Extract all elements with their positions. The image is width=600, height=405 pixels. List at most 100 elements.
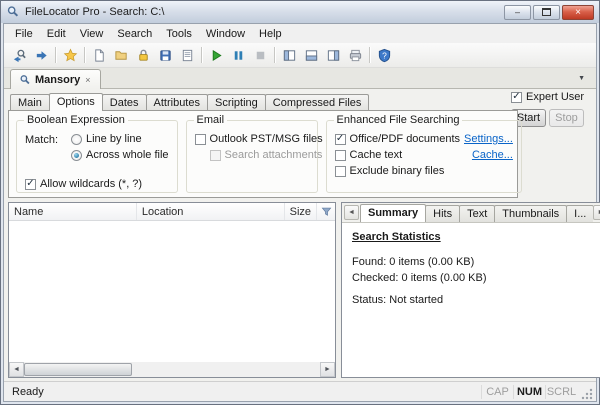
layout-left-button[interactable] [278,45,300,66]
scroll-left-icon[interactable]: ◄ [9,362,24,377]
tab-overflow-button[interactable]: ▼ [573,72,590,85]
tab-hits[interactable]: Hits [425,205,461,222]
app-icon [7,6,19,17]
results-list-header: Name Location Size [9,203,335,221]
search-document-tab[interactable]: Mansory × [10,69,101,89]
preview-pane: ◄ Summary Hits Text Thumbnails I... ► Se… [341,202,600,378]
group-title: Boolean Expression [24,114,128,126]
back-button[interactable] [8,45,30,66]
radio-label: Line by line [86,133,142,145]
open-button[interactable] [110,45,132,66]
save-button[interactable] [154,45,176,66]
search-tab-bar: Mansory × ▼ [4,68,596,89]
outlook-pst-msg-checkbox[interactable]: Outlook PST/MSG files [194,133,323,145]
tab-dates[interactable]: Dates [101,94,147,110]
new-document-button[interactable] [88,45,110,66]
tab-thumbnails[interactable]: Thumbnails [494,205,568,222]
results-list-body[interactable] [9,221,335,362]
checkbox-label: Expert User [526,91,585,103]
tab-summary[interactable]: Summary [360,204,427,222]
column-location[interactable]: Location [137,203,285,220]
toolbar-separator [201,47,202,63]
group-title: Email [193,114,228,126]
office-pdf-row: Office/PDF documents Settings... [334,133,513,145]
allow-wildcards-checkbox[interactable]: Allow wildcards (*, ?) [25,178,169,190]
radio-line-by-line[interactable]: Line by line [71,133,169,145]
radio-across-whole-file[interactable]: Across whole file [71,149,169,161]
settings-link[interactable]: Settings... [464,133,513,145]
checkbox-label: Exclude binary files [349,165,445,177]
results-area: Name Location Size ◄ ► ◄ Summary Hits Te… [8,202,600,378]
back-icon [13,49,26,62]
checkbox-label: Office/PDF documents [349,133,460,145]
pause-search-button[interactable] [227,45,249,66]
menu-tools[interactable]: Tools [159,26,199,42]
client-area: File Edit View Search Tools Window Help [3,23,600,402]
maximize-icon [542,8,551,16]
resize-grip[interactable] [580,387,594,401]
title-bar[interactable]: FileLocator Pro - Search: C:\ – × [1,1,599,23]
tab-attributes[interactable]: Attributes [145,94,208,110]
cache-text-checkbox[interactable]: Cache text [334,149,468,161]
checkbox-icon [511,91,522,103]
layout-bottom-icon [305,49,317,61]
menu-edit[interactable]: Edit [40,26,73,42]
email-group: Email Outlook PST/MSG files Search attac… [185,114,323,193]
search-controls: Expert User Start Stop [511,91,591,127]
menu-view[interactable]: View [73,26,111,42]
tab-options[interactable]: Options [48,93,103,111]
lock-button[interactable] [132,45,154,66]
forward-button[interactable] [30,45,52,66]
tab-main[interactable]: Main [10,94,50,110]
scroll-right-icon[interactable]: ► [320,362,335,377]
tab-truncated[interactable]: I... [566,205,594,222]
status-ready: Ready [12,385,44,398]
num-lock-indicator: NUM [513,384,545,399]
toolbar: ? [4,43,596,68]
horizontal-scrollbar: ◄ ► [9,362,335,377]
minimize-icon: – [514,7,520,17]
menu-search[interactable]: Search [110,26,159,42]
start-search-button[interactable] [205,45,227,66]
layout-right-button[interactable] [322,45,344,66]
toolbar-separator [274,47,275,63]
exclude-binary-files-checkbox[interactable]: Exclude binary files [334,165,513,177]
tab-compressed-files[interactable]: Compressed Files [264,94,370,110]
preview-tabs-scroll-right-icon[interactable]: ► [593,205,600,220]
office-pdf-checkbox[interactable]: Office/PDF documents [334,133,460,145]
checkbox-icon [25,178,36,190]
checkbox-label: Outlook PST/MSG files [209,133,323,145]
filter-button[interactable] [317,203,335,220]
column-name[interactable]: Name [9,203,137,220]
column-size[interactable]: Size [285,203,318,220]
status-bar: Ready CAP NUM SCRL [4,381,596,401]
checkbox-icon [334,149,346,161]
cache-link[interactable]: Cache... [472,149,513,161]
cache-text-row: Cache text Cache... [334,149,513,161]
close-button[interactable]: × [562,4,594,20]
tab-scripting[interactable]: Scripting [206,94,266,110]
report-icon [182,49,192,61]
results-list: Name Location Size ◄ ► [8,202,336,378]
print-button[interactable] [344,45,366,66]
toolbar-separator [55,47,56,63]
maximize-button[interactable] [533,4,560,20]
preview-tabs-scroll-left-icon[interactable]: ◄ [344,205,359,220]
menu-file[interactable]: File [8,26,40,42]
favorites-button[interactable] [59,45,81,66]
help-button[interactable]: ? [373,45,395,66]
expert-user-checkbox[interactable]: Expert User [511,91,591,103]
layout-bottom-button[interactable] [300,45,322,66]
tab-close-icon[interactable]: × [84,75,91,85]
minimize-button[interactable]: – [504,4,531,20]
summary-checked: Checked: 0 items (0.00 KB) [352,272,487,284]
menu-window[interactable]: Window [199,26,252,42]
enhanced-file-searching-group: Enhanced File Searching Office/PDF docum… [325,114,522,193]
svg-text:?: ? [382,50,387,60]
scrollbar-thumb[interactable] [24,363,132,376]
scrollbar-track[interactable] [24,362,320,377]
tab-text[interactable]: Text [459,205,496,222]
stop-button: Stop [549,109,584,127]
report-button[interactable] [176,45,198,66]
menu-help[interactable]: Help [252,26,289,42]
